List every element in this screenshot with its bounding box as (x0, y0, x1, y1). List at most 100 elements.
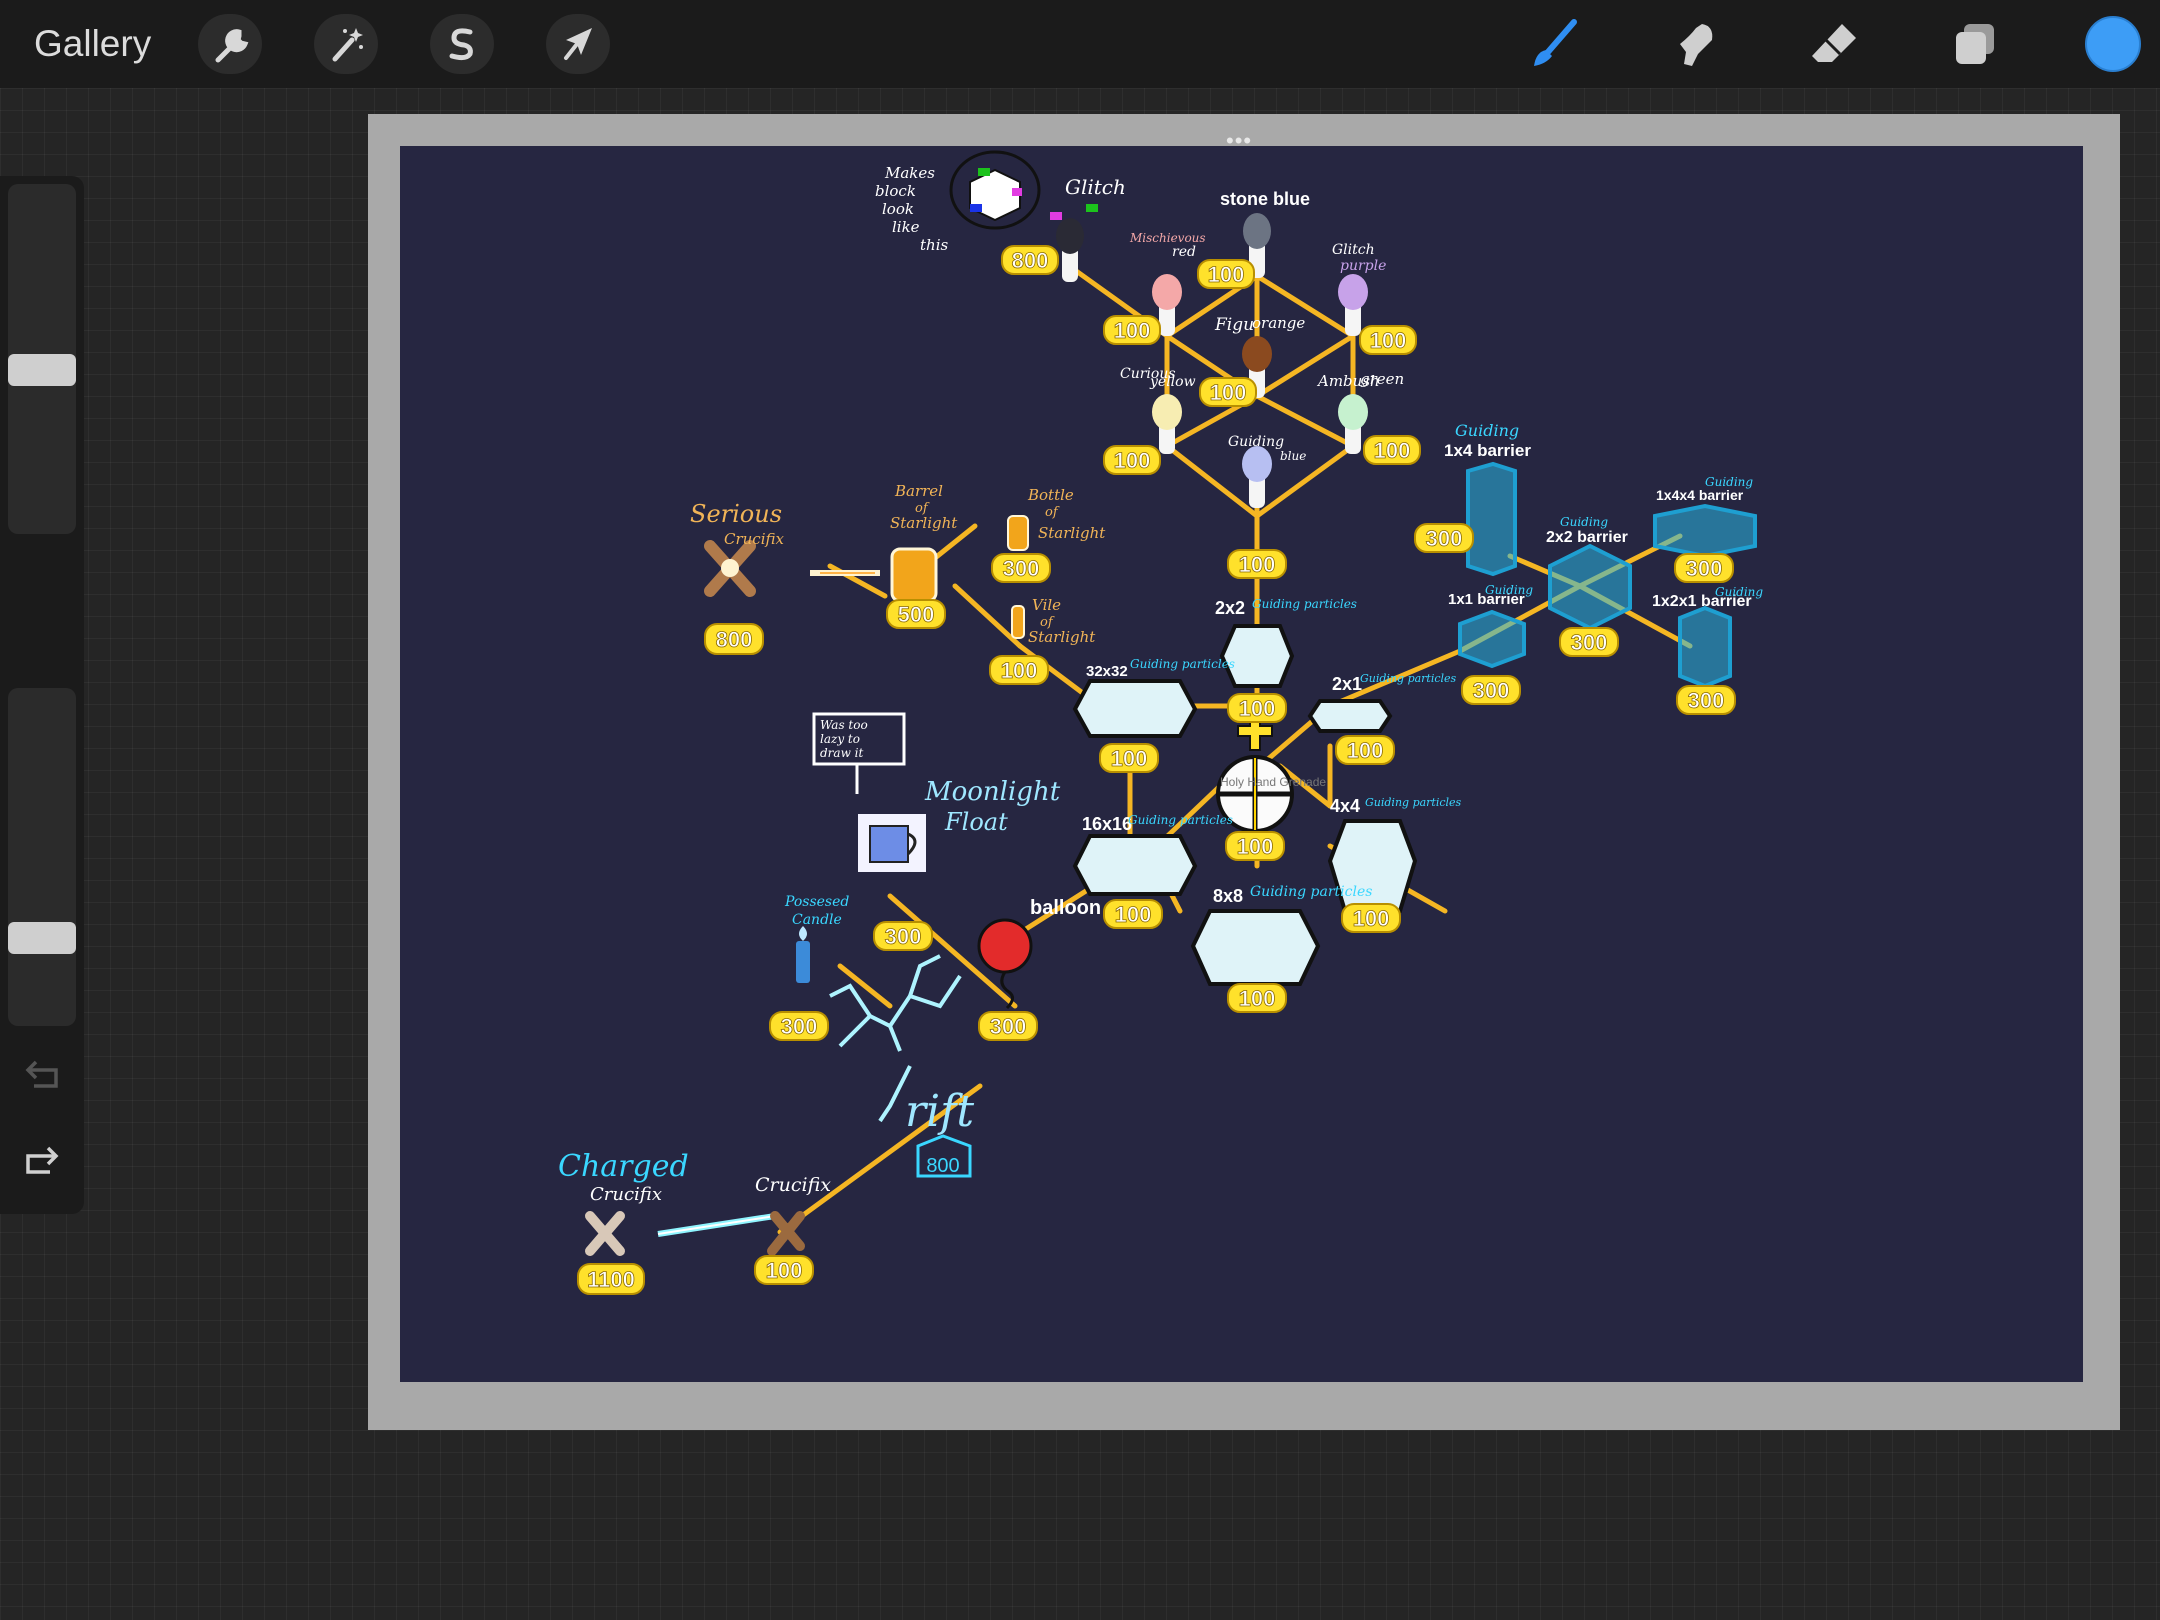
block-16x16 (1072, 834, 1198, 896)
note-line-3: look (882, 200, 914, 218)
brush-button[interactable] (1522, 14, 1586, 74)
price-barrier-1x2x1: 300 (1688, 688, 1725, 713)
label-guiding-1x1: Guiding (1485, 583, 1533, 597)
price-serious-crucifix: 800 (716, 627, 753, 652)
label-barrier-2x2: 2x2 barrier (1546, 529, 1628, 546)
label-guiding-2x1: Guiding particles (1360, 672, 1457, 685)
label-balloon: balloon (1030, 897, 1101, 919)
brush-icon (1534, 19, 1577, 66)
skill-tree-drawing: 800 100 100 100 100 100 100 100 800 500 … (558, 150, 1763, 1295)
label-serious: Serious (690, 500, 782, 528)
price-purple: 100 (1370, 328, 1407, 353)
layers-button[interactable] (1942, 14, 2006, 74)
price-orange: 100 (1210, 380, 1247, 405)
label-red: red (1172, 244, 1196, 260)
label-green: green (1360, 370, 1404, 388)
price-glitch: 800 (1012, 248, 1049, 273)
price-barrier-1x4: 300 (1426, 526, 1463, 551)
crucifix-icon (767, 1211, 805, 1256)
price-2x1: 100 (1347, 738, 1384, 763)
label-barrier-1x4: 1x4 barrier (1444, 441, 1531, 460)
block-2x2 (1219, 624, 1295, 688)
label-barrel-starlight: Starlight (890, 514, 958, 532)
label-guiding-blue: Guiding (1228, 434, 1284, 450)
smudge-button[interactable] (1662, 14, 1726, 74)
eraser-icon (1812, 24, 1856, 62)
label-2x2: 2x2 (1215, 598, 1245, 618)
label-guiding-8x8: Guiding particles (1250, 884, 1372, 900)
label-candle: Candle (792, 912, 842, 928)
price-red: 100 (1114, 318, 1151, 343)
opacity-slider[interactable] (8, 688, 76, 1026)
lazy-line-3: draw it (820, 746, 863, 760)
selection-button[interactable] (430, 14, 494, 74)
barrier-1x4x4-icon (1653, 503, 1757, 559)
canvas-artboard[interactable]: 800 100 100 100 100 100 100 100 800 500 … (400, 146, 2083, 1382)
price-green: 100 (1374, 438, 1411, 463)
label-figu: Figu (1214, 315, 1254, 335)
label-float: Float (944, 808, 1008, 836)
gallery-button[interactable]: Gallery (34, 20, 151, 68)
note-line-1: Makes (884, 164, 935, 182)
label-glitch: Glitch (1065, 175, 1126, 199)
vile-of-starlight-icon (1011, 605, 1025, 639)
label-8x8: 8x8 (1213, 886, 1243, 906)
price-2x2: 100 (1239, 696, 1276, 721)
label-vile: Vile (1032, 596, 1061, 614)
label-4x4: 4x4 (1330, 796, 1360, 816)
label-bottle: Bottle (1027, 486, 1074, 504)
adjustments-button[interactable] (314, 14, 378, 74)
label-purple: purple (1340, 258, 1386, 274)
actions-button[interactable] (198, 14, 262, 74)
label-guiding-2x2: Guiding particles (1252, 597, 1357, 611)
price-barrier-1x4x4: 300 (1686, 556, 1723, 581)
redo-icon[interactable] (22, 1142, 62, 1178)
label-mischievous: Mischievous (1129, 231, 1206, 245)
block-2x1 (1307, 699, 1393, 733)
label-guiding-32: Guiding particles (1130, 657, 1235, 671)
price-bottle: 300 (1003, 556, 1040, 581)
label-serious-crucifix: Crucifix (724, 530, 785, 548)
note-line-5: this (920, 236, 948, 254)
label-glitch-purple: Glitch (1332, 242, 1375, 258)
label-guiding-16: Guiding particles (1128, 813, 1233, 827)
arrow-cursor-icon (564, 28, 592, 60)
eraser-button[interactable] (1802, 14, 1866, 74)
smudge-finger-icon (1680, 24, 1713, 66)
opacity-thumb[interactable] (8, 922, 76, 954)
top-toolbar: Gallery (0, 0, 2160, 88)
color-picker-button[interactable] (2085, 16, 2141, 72)
guiding-blue-brush-icon (1242, 446, 1272, 508)
price-barrel: 500 (898, 602, 935, 627)
price-4x4: 100 (1353, 906, 1390, 931)
undo-icon[interactable] (22, 1056, 62, 1092)
label-yellow: yellow (1149, 374, 1196, 390)
block-32x32 (1072, 679, 1198, 738)
label-crucifix: Crucifix (755, 1174, 831, 1196)
label-charged-crucifix: Crucifix (590, 1184, 662, 1205)
layers-icon (1956, 24, 1994, 64)
price-vile: 100 (1001, 658, 1038, 683)
lazy-line-1: Was too (820, 718, 868, 732)
note-line-4: like (892, 218, 920, 236)
label-possessed: Possesed (784, 894, 849, 910)
label-guiding-1x2x1: Guiding (1715, 585, 1763, 599)
paint-brush-icons (1056, 213, 1368, 508)
label-blue: blue (1280, 449, 1306, 463)
price-barrier-2x2: 300 (1571, 630, 1608, 655)
side-toolbar (0, 176, 84, 1214)
label-16x16: 16x16 (1082, 814, 1132, 834)
price-guiding-blue: 100 (1239, 552, 1276, 577)
transform-button[interactable] (546, 14, 610, 74)
label-guiding-4x4: Guiding particles (1365, 796, 1462, 809)
price-grenade: 100 (1237, 834, 1274, 859)
label-2x1: 2x1 (1332, 674, 1362, 694)
label-guiding-2x2-barrier: Guiding (1560, 515, 1608, 529)
price-rift: 800 (926, 1155, 959, 1177)
label-barrier-1x4x4: 1x4x4 barrier (1656, 487, 1744, 503)
brush-size-thumb[interactable] (8, 354, 76, 386)
price-balloon: 300 (990, 1014, 1027, 1039)
barrier-1x1-icon (1458, 609, 1526, 669)
price-candle: 300 (781, 1014, 818, 1039)
barrel-of-starlight-icon (890, 547, 938, 603)
